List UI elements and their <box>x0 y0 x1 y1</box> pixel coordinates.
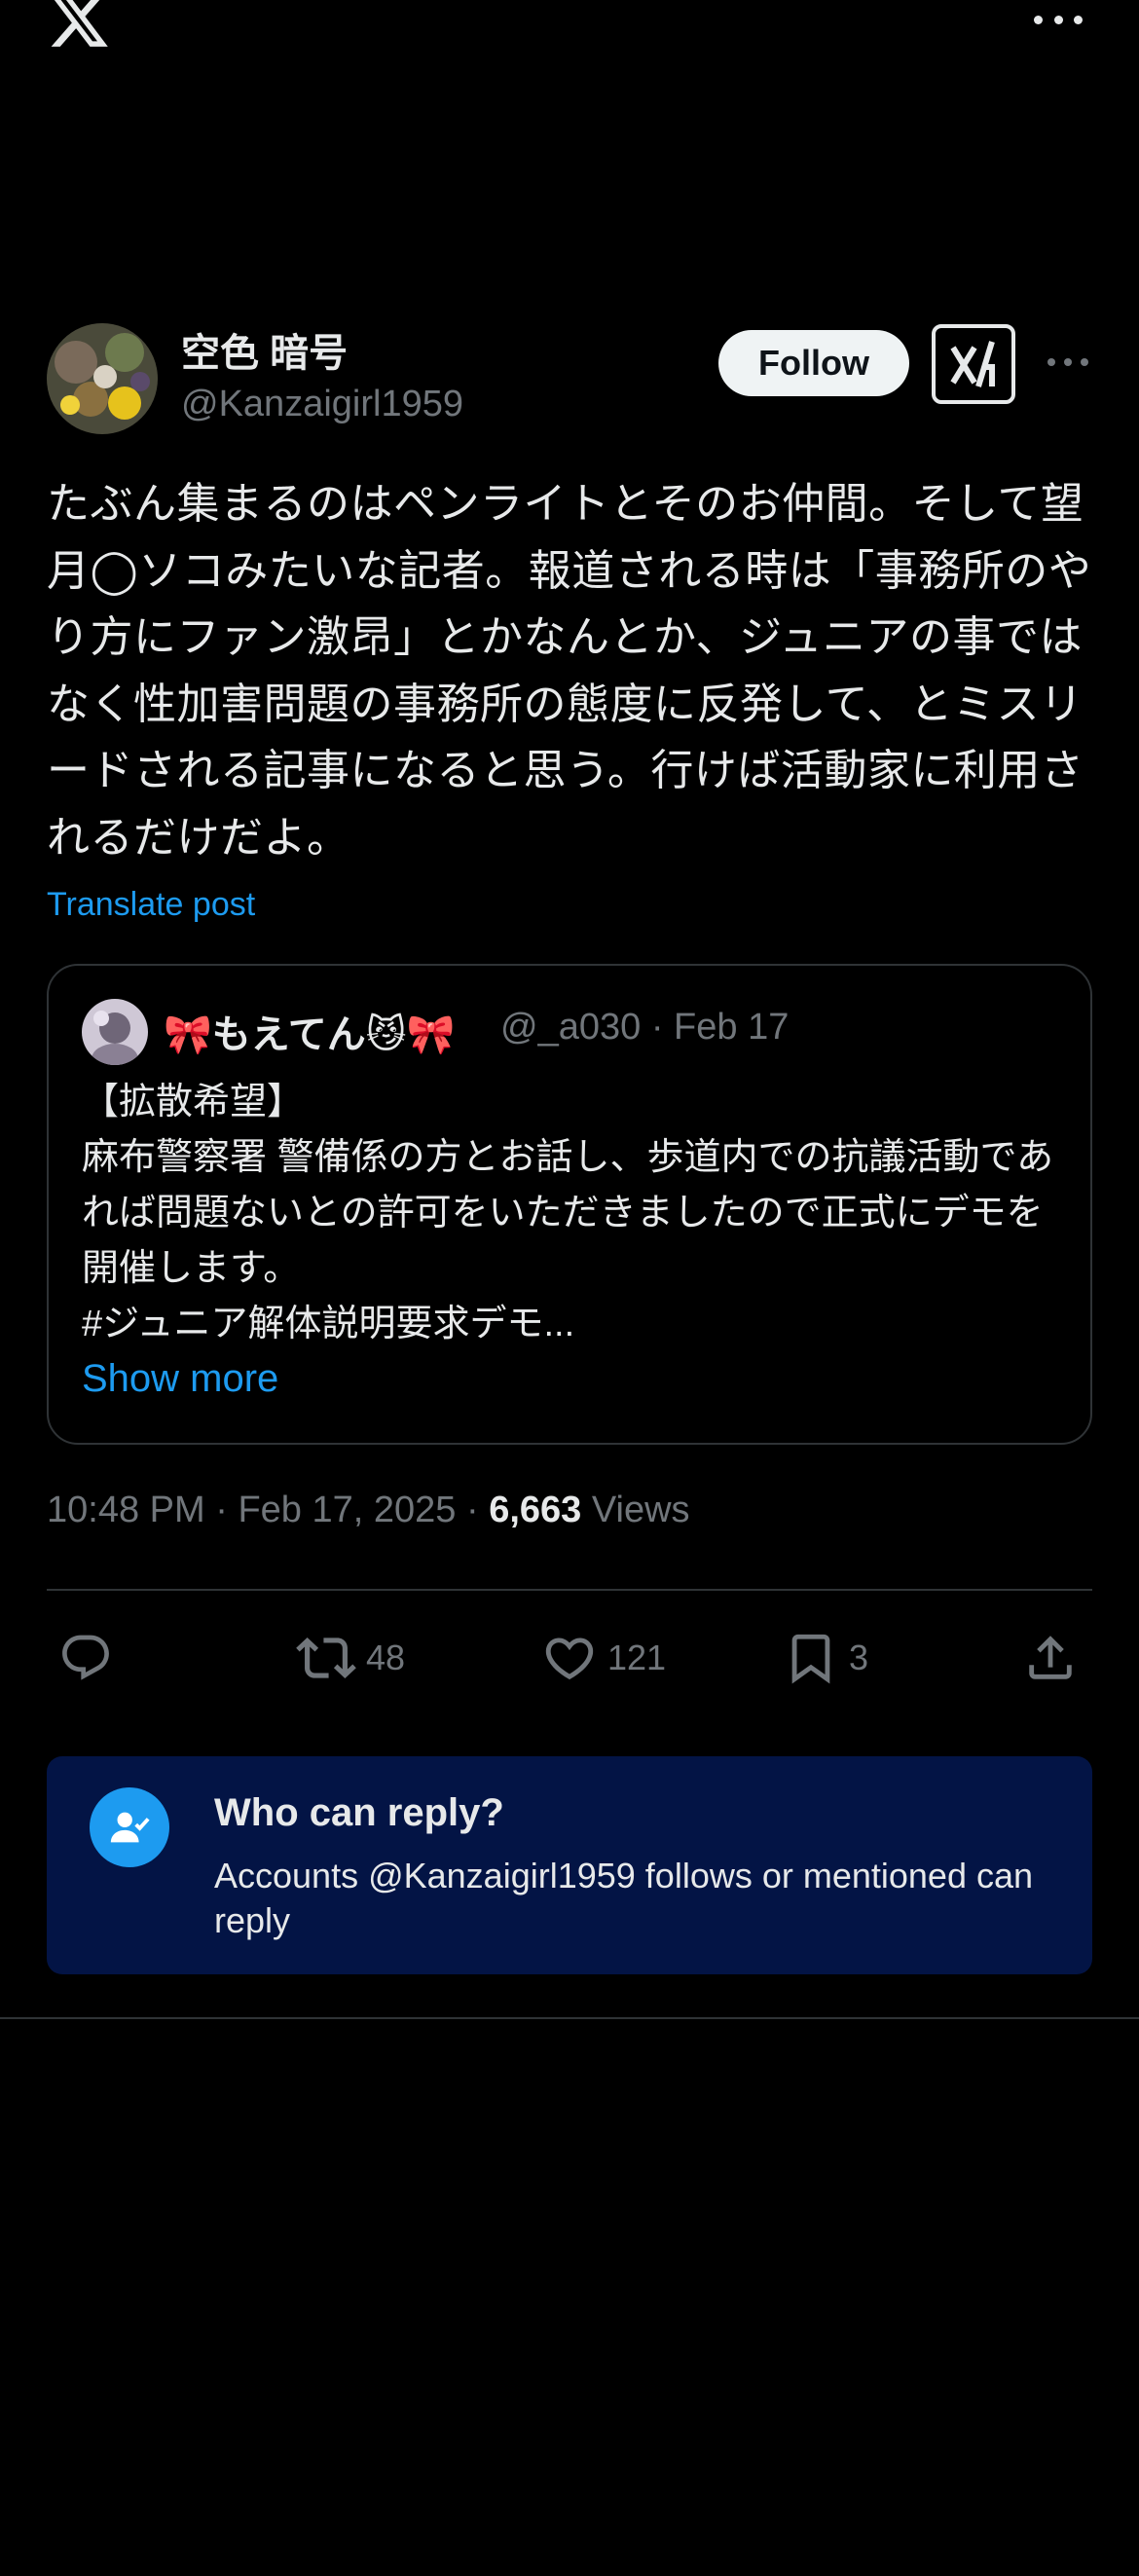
like-count: 121 <box>607 1638 667 1677</box>
reply-icon <box>62 1635 109 1680</box>
meta-separator: · <box>215 1490 239 1530</box>
show-more-link[interactable]: Show more <box>82 1357 278 1401</box>
post-text: たぶん集まるのはペンライトとそのお仲間。そして望月◯ソコみたいな記者。報道される… <box>47 480 1092 862</box>
bookmark-icon <box>791 1634 830 1684</box>
post-date: Feb 17, 2025 <box>238 1490 457 1530</box>
quoted-author-display-name: 🎀もえてん😼🎀 <box>164 1013 456 1056</box>
quoted-author-avatar <box>82 999 148 1065</box>
divider <box>47 1589 1092 1591</box>
quoted-post-date: Feb 17 <box>674 1007 790 1048</box>
retweet-icon <box>296 1638 356 1678</box>
retweet-count: 48 <box>366 1638 406 1677</box>
author-display-name[interactable]: 空色 暗号 <box>181 321 348 378</box>
quoted-author-meta: @_a030 · Feb 17 <box>500 1007 789 1049</box>
retweet-button[interactable]: 48 <box>296 1626 405 1690</box>
bookmark-button[interactable]: 3 <box>783 1626 868 1690</box>
post-meta: 10:48 PM · Feb 17, 2025 · 6,663 Views <box>47 1490 690 1531</box>
top-bar <box>0 0 1139 58</box>
heart-icon <box>545 1638 594 1680</box>
who-can-reply-description: Accounts @Kanzaigirl1959 follows or ment… <box>214 1856 1034 1940</box>
views-label: Views <box>591 1490 690 1530</box>
quoted-author-handle: @_a030 <box>500 1007 642 1048</box>
share-icon <box>1029 1636 1072 1679</box>
more-menu-icon[interactable] <box>1034 12 1083 27</box>
meta-separator: · <box>650 1007 675 1048</box>
views-count[interactable]: 6,663 <box>489 1490 581 1530</box>
post-time: 10:48 PM <box>47 1490 205 1530</box>
user-check-icon <box>90 1787 169 1867</box>
x-logo-icon[interactable] <box>47 0 111 53</box>
meta-separator: · <box>465 1490 490 1530</box>
who-can-reply-title: Who can reply? <box>214 1791 504 1834</box>
translate-post-link[interactable]: Translate post <box>47 886 255 924</box>
quoted-post[interactable]: 🎀もえてん😼🎀 @_a030 · Feb 17 【拡散希望】 麻布警察署 警備係… <box>47 964 1092 1445</box>
grok-icon[interactable] <box>932 324 1015 404</box>
like-button[interactable]: 121 <box>541 1626 666 1690</box>
quoted-post-text: 【拡散希望】 麻布警察署 警備係の方とお話し、歩道内での抗議活動であれば問題ない… <box>82 1082 1054 1344</box>
share-button[interactable] <box>1022 1626 1079 1690</box>
who-can-reply-box: Who can reply? Accounts @Kanzaigirl1959 … <box>47 1756 1092 1974</box>
bookmark-count: 3 <box>849 1638 869 1677</box>
author-handle[interactable]: @Kanzaigirl1959 <box>181 384 463 425</box>
author-avatar[interactable] <box>47 323 158 434</box>
divider <box>0 2017 1139 2019</box>
reply-button[interactable] <box>58 1626 113 1690</box>
post-more-icon[interactable] <box>1047 356 1088 368</box>
follow-button[interactable]: Follow <box>718 330 909 396</box>
